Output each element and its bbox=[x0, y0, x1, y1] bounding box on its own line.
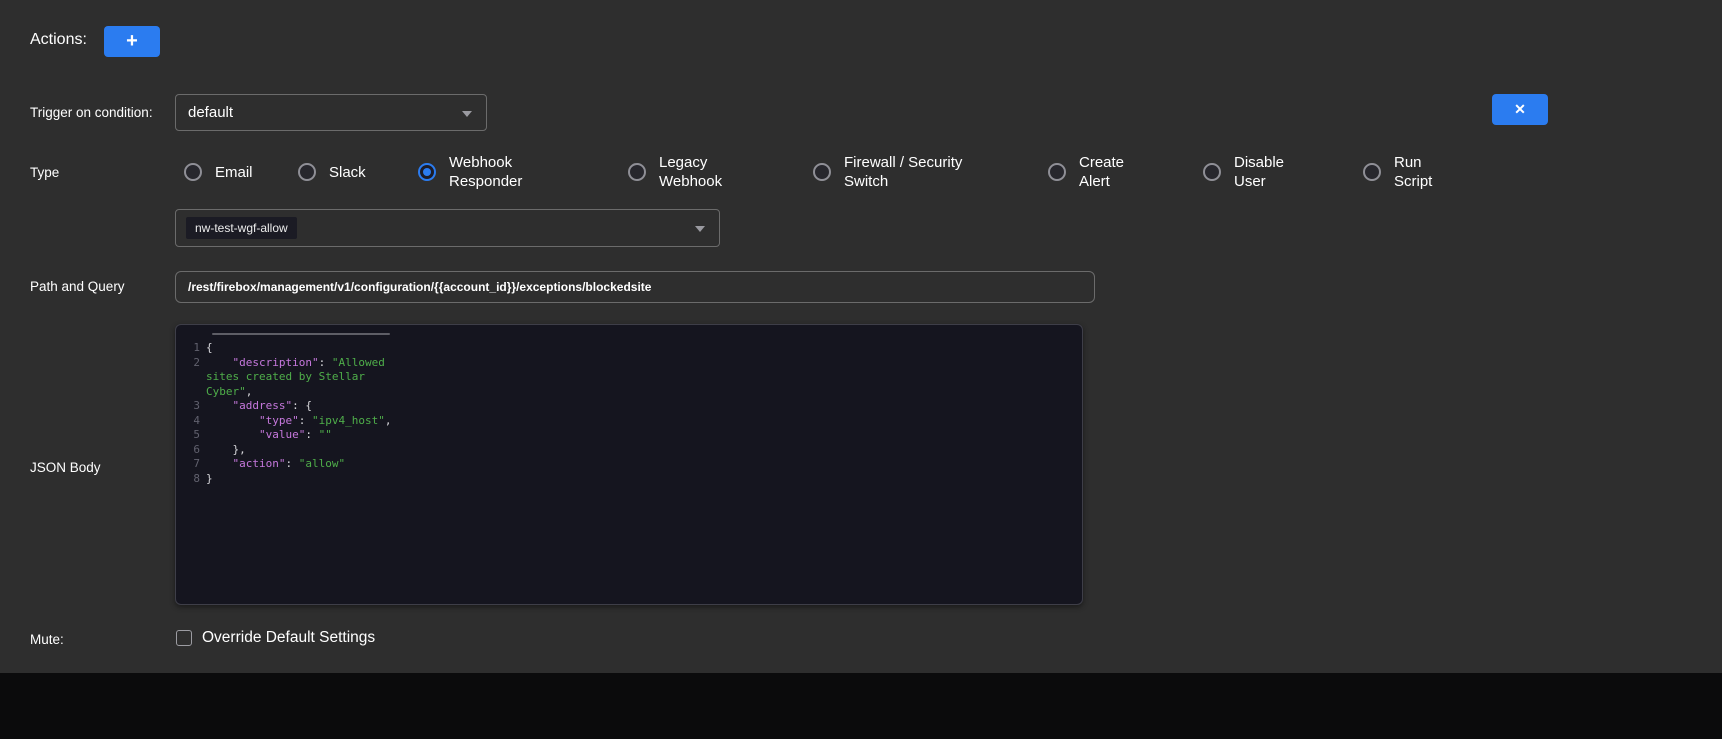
code-line-text: { bbox=[206, 341, 402, 356]
trigger-condition-value: default bbox=[188, 104, 233, 121]
type-option-webhook-responder[interactable]: Webhook Responder bbox=[418, 150, 529, 194]
radio-icon[interactable] bbox=[184, 163, 202, 181]
line-number: 1 bbox=[184, 341, 206, 356]
path-and-query-label: Path and Query bbox=[30, 279, 125, 294]
code-line: 2 "description": "Allowed sites created … bbox=[184, 356, 1072, 400]
radio-icon[interactable] bbox=[418, 163, 436, 181]
type-option-label: Email bbox=[215, 163, 253, 182]
type-option-create-alert[interactable]: Create Alert bbox=[1048, 150, 1131, 194]
code-line: 7 "action": "allow" bbox=[184, 457, 1072, 472]
json-editor-code[interactable]: 1{2 "description": "Allowed sites create… bbox=[184, 341, 1072, 486]
trigger-condition-select[interactable]: default bbox=[175, 94, 487, 131]
type-option-firewall-security-switch[interactable]: Firewall / Security Switch bbox=[813, 150, 979, 194]
line-number: 8 bbox=[184, 472, 206, 487]
line-number: 4 bbox=[184, 414, 206, 429]
type-option-label: Run Script bbox=[1394, 153, 1440, 191]
radio-icon[interactable] bbox=[1203, 163, 1221, 181]
plus-icon: + bbox=[126, 30, 138, 53]
type-option-label: Firewall / Security Switch bbox=[844, 153, 979, 191]
code-line-text: }, bbox=[206, 443, 402, 458]
chevron-down-icon bbox=[462, 111, 472, 117]
close-icon: ✕ bbox=[1514, 101, 1526, 118]
type-option-label: Create Alert bbox=[1079, 153, 1131, 191]
add-action-button[interactable]: + bbox=[104, 26, 160, 57]
json-body-editor[interactable]: 1{2 "description": "Allowed sites create… bbox=[175, 324, 1083, 605]
actions-panel: Actions: + Trigger on condition: default… bbox=[0, 0, 1722, 673]
code-line-text: } bbox=[206, 472, 402, 487]
json-body-label: JSON Body bbox=[30, 460, 101, 475]
line-number: 6 bbox=[184, 443, 206, 458]
type-option-label: Webhook Responder bbox=[449, 153, 529, 191]
code-line-text: "value": "" bbox=[206, 428, 402, 443]
type-option-label: Slack bbox=[329, 163, 366, 182]
type-option-disable-user[interactable]: Disable User bbox=[1203, 150, 1292, 194]
code-line: 8} bbox=[184, 472, 1072, 487]
editor-scrollbar[interactable] bbox=[212, 333, 390, 335]
code-line-text: "description": "Allowed sites created by… bbox=[206, 356, 402, 400]
line-number: 5 bbox=[184, 428, 206, 443]
code-line-text: "type": "ipv4_host", bbox=[206, 414, 402, 429]
type-option-legacy-webhook[interactable]: Legacy Webhook bbox=[628, 150, 729, 194]
line-number: 7 bbox=[184, 457, 206, 472]
override-default-settings-label[interactable]: Override Default Settings bbox=[202, 629, 375, 647]
type-option-email[interactable]: Email bbox=[184, 150, 253, 194]
selected-responder-chip: nw-test-wgf-allow bbox=[186, 217, 297, 239]
code-line: 6 }, bbox=[184, 443, 1072, 458]
chevron-down-icon bbox=[695, 226, 705, 232]
code-line: 4 "type": "ipv4_host", bbox=[184, 414, 1072, 429]
line-number: 2 bbox=[184, 356, 206, 371]
remove-action-button[interactable]: ✕ bbox=[1492, 94, 1548, 125]
radio-icon[interactable] bbox=[628, 163, 646, 181]
type-label: Type bbox=[30, 165, 59, 180]
radio-icon[interactable] bbox=[1048, 163, 1066, 181]
code-line-text: "action": "allow" bbox=[206, 457, 402, 472]
responder-select[interactable]: nw-test-wgf-allow bbox=[175, 209, 720, 247]
actions-label: Actions: bbox=[30, 31, 87, 49]
override-default-settings-checkbox[interactable] bbox=[176, 630, 192, 646]
path-and-query-input[interactable] bbox=[175, 271, 1095, 303]
code-line-text: "address": { bbox=[206, 399, 402, 414]
type-option-slack[interactable]: Slack bbox=[298, 150, 366, 194]
type-option-label: Disable User bbox=[1234, 153, 1292, 191]
radio-icon[interactable] bbox=[813, 163, 831, 181]
type-option-label: Legacy Webhook bbox=[659, 153, 729, 191]
radio-icon[interactable] bbox=[298, 163, 316, 181]
code-line: 3 "address": { bbox=[184, 399, 1072, 414]
code-line: 5 "value": "" bbox=[184, 428, 1072, 443]
mute-label: Mute: bbox=[30, 632, 64, 647]
actions-page: Actions: + Trigger on condition: default… bbox=[0, 0, 1722, 739]
trigger-condition-label: Trigger on condition: bbox=[30, 105, 153, 120]
code-line: 1{ bbox=[184, 341, 1072, 356]
radio-icon[interactable] bbox=[1363, 163, 1381, 181]
type-option-run-script[interactable]: Run Script bbox=[1363, 150, 1440, 194]
line-number: 3 bbox=[184, 399, 206, 414]
